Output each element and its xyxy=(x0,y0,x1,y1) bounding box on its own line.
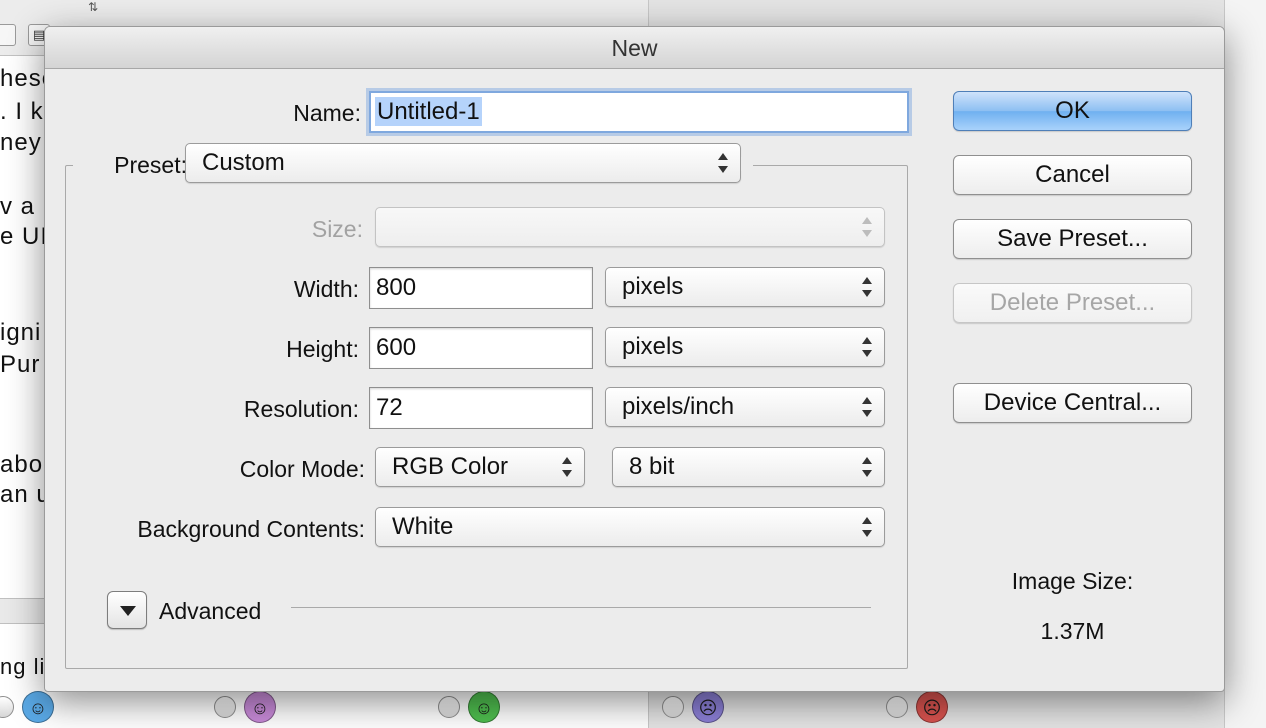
bit-depth-value: 8 bit xyxy=(629,453,675,480)
dialog-title: New xyxy=(45,27,1224,69)
size-dropdown[interactable] xyxy=(375,207,885,247)
advanced-disclosure-button[interactable] xyxy=(107,591,147,629)
updown-arrows-icon xyxy=(862,335,872,359)
size-label: Size: xyxy=(311,216,363,242)
color-mode-label: Color Mode: xyxy=(239,456,365,482)
reaction-row: ☺ ☺ ☺ ☹ ☹ xyxy=(0,686,1266,728)
updown-arrows-icon xyxy=(862,395,872,419)
name-label: Name: xyxy=(293,100,361,126)
reaction-radio[interactable] xyxy=(214,696,236,718)
width-label: Width: xyxy=(293,276,359,302)
preset-dropdown[interactable]: Custom xyxy=(185,143,741,183)
background-text-line: . I k xyxy=(0,98,44,125)
background-text-line: igni xyxy=(0,319,42,346)
background-contents-dropdown[interactable]: White xyxy=(375,507,885,547)
group-gap xyxy=(741,157,753,171)
reaction-radio[interactable] xyxy=(0,696,14,718)
grin-emoji-icon[interactable]: ☺ xyxy=(468,691,500,723)
preset-label: Preset: xyxy=(73,151,191,179)
width-unit-value: pixels xyxy=(622,273,684,300)
delete-preset-button[interactable]: Delete Preset... xyxy=(953,283,1192,323)
cancel-button[interactable]: Cancel xyxy=(953,155,1192,195)
resolution-field[interactable]: 72 xyxy=(369,387,593,429)
background-text-line: ney xyxy=(0,129,42,156)
updown-arrows-icon xyxy=(862,215,872,239)
background-side-panel xyxy=(1224,0,1266,728)
scroll-arrow-icon: ⇅ xyxy=(88,0,99,14)
new-document-dialog: New Name: Untitled-1 Preset: Custom Size… xyxy=(44,26,1225,692)
image-size-value: 1.37M xyxy=(1040,618,1105,644)
resolution-label: Resolution: xyxy=(243,396,359,422)
save-preset-button[interactable]: Save Preset... xyxy=(953,219,1192,259)
reaction-radio[interactable] xyxy=(662,696,684,718)
width-field[interactable]: 800 xyxy=(369,267,593,309)
updown-arrows-icon xyxy=(862,455,872,479)
updown-arrows-icon xyxy=(718,151,728,175)
advanced-label[interactable]: Advanced xyxy=(159,597,261,625)
background-contents-value: White xyxy=(392,513,454,540)
name-value: Untitled-1 xyxy=(375,97,482,126)
toolbar-button[interactable] xyxy=(0,24,16,46)
happy-emoji-icon[interactable]: ☺ xyxy=(244,691,276,723)
updown-arrows-icon xyxy=(862,515,872,539)
device-central-button[interactable]: Device Central... xyxy=(953,383,1192,423)
background-contents-label: Background Contents: xyxy=(137,516,365,542)
preset-value: Custom xyxy=(202,149,285,176)
background-text-line: e UI xyxy=(0,223,49,250)
resolution-unit-dropdown[interactable]: pixels/inch xyxy=(605,387,885,427)
reaction-radio[interactable] xyxy=(438,696,460,718)
height-label: Height: xyxy=(286,336,359,362)
advanced-divider xyxy=(291,607,871,608)
resolution-unit-value: pixels/inch xyxy=(622,393,735,420)
height-unit-dropdown[interactable]: pixels xyxy=(605,327,885,367)
name-field[interactable]: Untitled-1 xyxy=(369,91,909,133)
updown-arrows-icon xyxy=(562,455,572,479)
image-size-label: Image Size: xyxy=(1011,568,1134,594)
reaction-radio[interactable] xyxy=(886,696,908,718)
color-mode-value: RGB Color xyxy=(392,453,509,480)
color-mode-dropdown[interactable]: RGB Color xyxy=(375,447,585,487)
height-field[interactable]: 600 xyxy=(369,327,593,369)
smile-emoji-icon[interactable]: ☺ xyxy=(22,691,54,723)
angry-emoji-icon[interactable]: ☹ xyxy=(916,691,948,723)
sad-emoji-icon[interactable]: ☹ xyxy=(692,691,724,723)
background-text-line: Pur xyxy=(0,351,41,378)
width-unit-dropdown[interactable]: pixels xyxy=(605,267,885,307)
bit-depth-dropdown[interactable]: 8 bit xyxy=(612,447,885,487)
updown-arrows-icon xyxy=(862,275,872,299)
ok-button[interactable]: OK xyxy=(953,91,1192,131)
background-text-line: abo xyxy=(0,451,44,478)
height-unit-value: pixels xyxy=(622,333,684,360)
